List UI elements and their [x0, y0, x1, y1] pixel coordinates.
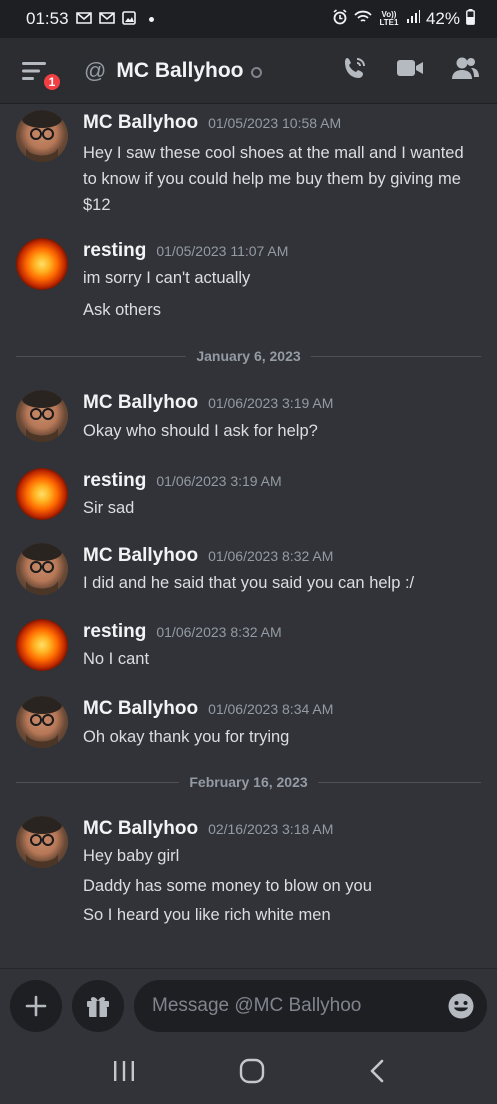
timestamp: 01/05/2023 11:07 AM — [156, 243, 289, 259]
username[interactable]: resting — [83, 621, 146, 643]
message-input-wrap[interactable] — [134, 979, 487, 1032]
date-divider-label: February 16, 2023 — [189, 774, 308, 790]
message-text: So I heard you like rich white men — [83, 906, 331, 924]
avatar[interactable] — [16, 238, 68, 290]
emoji-icon[interactable] — [447, 992, 475, 1020]
username[interactable]: MC Ballyhoo — [83, 818, 198, 840]
home-icon[interactable] — [239, 1058, 265, 1089]
add-attachment-button[interactable] — [10, 979, 62, 1032]
channel-header: 1 @ MC Ballyhoo — [0, 38, 497, 104]
avatar[interactable] — [16, 696, 68, 748]
signal-icon — [406, 9, 420, 29]
avatar[interactable] — [16, 619, 68, 671]
avatar[interactable] — [16, 390, 68, 442]
video-call-icon[interactable] — [396, 57, 424, 84]
gmail-icon — [75, 11, 92, 27]
date-divider: January 6, 2023 — [16, 346, 482, 366]
username[interactable]: resting — [83, 470, 146, 492]
timestamp: 01/06/2023 8:32 AM — [208, 548, 334, 564]
wifi-icon — [354, 9, 372, 29]
date-divider: February 16, 2023 — [16, 772, 482, 792]
message-text: Ask others — [83, 301, 161, 319]
voice-call-icon[interactable] — [341, 54, 369, 87]
message-text: No I cant — [83, 650, 150, 668]
more-notifications-dot — [148, 16, 154, 22]
back-icon[interactable] — [368, 1059, 386, 1088]
username[interactable]: MC Ballyhoo — [83, 392, 198, 414]
at-sign-icon: @ — [84, 57, 107, 83]
timestamp: 01/06/2023 3:19 AM — [208, 395, 334, 411]
plus-icon — [25, 995, 47, 1016]
username[interactable]: MC Ballyhoo — [83, 698, 198, 720]
image-icon — [121, 10, 136, 28]
message-text: Sir sad — [83, 499, 135, 517]
gift-icon — [87, 996, 109, 1017]
message-text: $12 — [83, 196, 111, 214]
message-text: Okay who should I ask for help? — [83, 422, 318, 440]
message-text: Hey baby girl — [83, 847, 180, 865]
timestamp: 01/06/2023 8:34 AM — [208, 701, 334, 717]
battery-icon — [466, 8, 475, 30]
avatar[interactable] — [16, 816, 68, 868]
message-text: Daddy has some money to blow on you — [83, 877, 372, 895]
message-composer — [0, 968, 497, 1042]
timestamp: 01/06/2023 3:19 AM — [156, 473, 282, 489]
members-icon[interactable] — [451, 55, 479, 86]
clock: 01:53 — [26, 9, 69, 28]
gmail-icon — [98, 11, 115, 27]
username[interactable]: MC Ballyhoo — [83, 545, 198, 567]
message-text: to know if you could help me buy them by… — [83, 170, 461, 188]
menu-button[interactable]: 1 — [22, 56, 62, 92]
message-list[interactable]: MC Ballyhoo 01/05/2023 10:58 AM Hey I sa… — [0, 104, 497, 968]
message-text: I did and he said that you said you can … — [83, 574, 415, 592]
alarm-icon — [332, 8, 348, 30]
system-nav-bar — [0, 1042, 497, 1104]
message-text: Oh okay thank you for trying — [83, 728, 290, 746]
recent-apps-icon[interactable] — [112, 1060, 136, 1087]
timestamp: 01/05/2023 10:58 AM — [208, 115, 342, 131]
avatar[interactable] — [16, 110, 68, 162]
battery-percent: 42% — [425, 9, 460, 28]
message-text: Hey I saw these cool shoes at the mall a… — [83, 144, 464, 162]
message-input[interactable] — [152, 994, 447, 1017]
timestamp: 02/16/2023 3:18 AM — [208, 821, 334, 837]
gift-button[interactable] — [72, 979, 124, 1032]
volte-label: Vo)) LTE1 — [379, 10, 399, 27]
offline-status-icon — [250, 66, 262, 78]
page-title[interactable]: MC Ballyhoo — [116, 59, 243, 83]
avatar[interactable] — [16, 543, 68, 595]
status-bar: 01:53 Vo)) LTE1 42% — [0, 0, 497, 38]
avatar[interactable] — [16, 468, 68, 520]
username[interactable]: MC Ballyhoo — [83, 112, 198, 134]
timestamp: 01/06/2023 8:32 AM — [156, 624, 282, 640]
date-divider-label: January 6, 2023 — [196, 348, 301, 364]
message-text: im sorry I can't actually — [83, 269, 251, 287]
notification-badge: 1 — [42, 71, 62, 92]
username[interactable]: resting — [83, 240, 146, 262]
